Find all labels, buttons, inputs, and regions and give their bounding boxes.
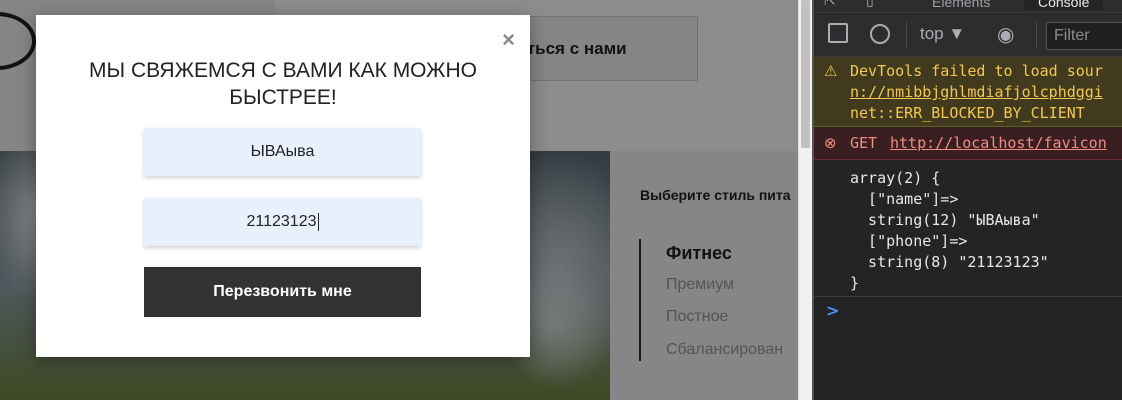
callback-submit-button[interactable]: Перезвонить мне — [144, 267, 421, 317]
sidebar-toggle-icon[interactable] — [828, 23, 848, 43]
devtools-panel: ⇱ ▯ Elements Console top ▼ ◉ Filter ⚠ De… — [814, 0, 1122, 400]
inspect-element-icon[interactable]: ⇱ — [824, 0, 836, 9]
modal-title: МЫ СВЯЖЕМСЯ С ВАМИ КАК МОЖНО БЫСТРЕЕ! — [89, 59, 477, 109]
console-output-line: string(12) "ЫВАыва" — [850, 211, 1040, 229]
console-output: array(2) { ["name"]=> string(12) "ЫВАыва… — [850, 168, 1049, 294]
device-toolbar-icon[interactable]: ▯ — [866, 0, 874, 9]
website-viewport: вязаться с нами Выберите стиль пита Фитн… — [0, 0, 798, 400]
phone-input-value: 21123123 — [246, 213, 317, 230]
error-url-link[interactable]: http://localhost/favicon — [890, 133, 1107, 154]
devtools-tab-bar: ⇱ ▯ Elements Console — [814, 0, 1122, 13]
name-input[interactable]: ЫВАыва — [144, 128, 421, 176]
clear-console-icon[interactable] — [870, 24, 890, 44]
page-scrollbar[interactable] — [798, 0, 812, 400]
console-prompt-icon[interactable]: > — [826, 301, 839, 320]
close-icon[interactable]: × — [502, 29, 515, 51]
text-caret — [317, 213, 319, 231]
console-toolbar: top ▼ ◉ Filter — [814, 14, 1122, 57]
console-output-line: ["name"]=> — [850, 190, 959, 208]
console-filter-input[interactable]: Filter — [1046, 22, 1122, 50]
console-divider — [814, 296, 1122, 297]
error-icon: ⊗ — [824, 134, 837, 152]
name-input-value: ЫВАыва — [250, 143, 315, 160]
scrollbar-thumb[interactable] — [801, 0, 810, 148]
warning-icon: ⚠ — [824, 62, 838, 80]
console-output-line: ["phone"]=> — [850, 232, 968, 250]
context-selector[interactable]: top ▼ — [920, 24, 965, 44]
eye-icon[interactable]: ◉ — [997, 22, 1014, 46]
console-warning-message: ⚠ DevTools failed to load sour n://nmibb… — [814, 57, 1122, 127]
tab-console[interactable]: Console — [1024, 0, 1104, 10]
warning-link[interactable]: n://nmibbjghlmdiafjolcphdggi — [850, 82, 1103, 103]
tab-elements[interactable]: Elements — [932, 0, 990, 10]
toolbar-separator — [906, 22, 907, 48]
toolbar-separator — [1036, 22, 1037, 48]
console-output-line: array(2) { — [850, 169, 941, 187]
phone-input[interactable]: 21123123 — [144, 198, 421, 246]
error-method: GET — [850, 134, 878, 152]
warning-text: DevTools failed to load sour — [850, 62, 1103, 80]
warning-error-code: net::ERR_BLOCKED_BY_CLIENT — [850, 104, 1085, 122]
console-error-message: ⊗ GET http://localhost/favicon — [814, 128, 1122, 160]
console-output-line: string(8) "21123123" — [850, 253, 1049, 271]
callback-modal: × МЫ СВЯЖЕМСЯ С ВАМИ КАК МОЖНО БЫСТРЕЕ! … — [36, 15, 530, 357]
console-output-line: } — [850, 274, 860, 292]
